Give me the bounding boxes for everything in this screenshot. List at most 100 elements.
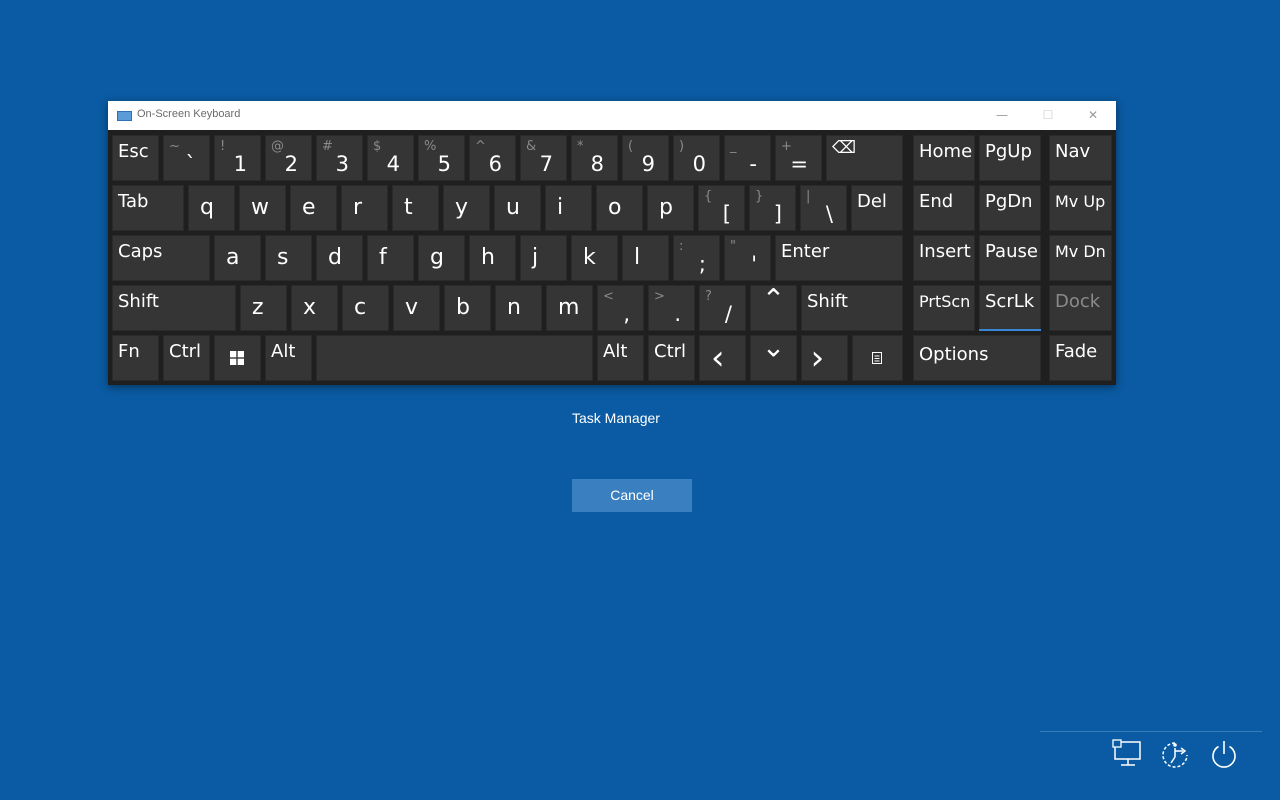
key-del[interactable]: Del	[851, 185, 903, 231]
key-arrow-up[interactable]: ⌃	[750, 283, 797, 331]
key-menu[interactable]	[852, 335, 903, 381]
key-m[interactable]: m	[546, 285, 593, 331]
key-home[interactable]: Home	[913, 135, 975, 181]
key-t[interactable]: t	[392, 185, 439, 231]
on-screen-keyboard-window: On-Screen Keyboard — ☐ ✕ Esc ~ ` ! 1 @2 #3…	[108, 101, 1116, 385]
key-minus[interactable]: _ -	[724, 135, 771, 181]
key-fade[interactable]: Fade	[1049, 335, 1112, 381]
minimize-button[interactable]: —	[979, 101, 1025, 130]
key-comma[interactable]: <,	[597, 285, 644, 331]
key-label: Del	[857, 191, 887, 212]
key-0[interactable]: ) 0	[673, 135, 720, 181]
key-4[interactable]: $4	[367, 135, 414, 181]
key-pause[interactable]: Pause	[979, 235, 1041, 281]
key-c[interactable]: c	[342, 285, 389, 331]
key-ctrl-left[interactable]: Ctrl	[163, 335, 210, 381]
key-e[interactable]: e	[290, 185, 337, 231]
key-esc[interactable]: Esc	[112, 135, 159, 181]
key-arrow-down[interactable]: ⌄	[750, 331, 797, 381]
key-2[interactable]: @2	[265, 135, 312, 181]
key-alt-right[interactable]: Alt	[597, 335, 644, 381]
key-right-bracket[interactable]: }]	[749, 185, 796, 231]
key-arrow-left[interactable]: ‹	[699, 335, 746, 381]
key-backtick[interactable]: ~ `	[163, 135, 210, 181]
key-x[interactable]: x	[291, 285, 338, 331]
key-n[interactable]: n	[495, 285, 542, 331]
title-bar[interactable]: On-Screen Keyboard — ☐ ✕	[108, 101, 1116, 130]
key-shift-left[interactable]: Shift	[112, 285, 236, 331]
key-q[interactable]: q	[188, 185, 235, 231]
key-label: [	[722, 202, 731, 226]
key-z[interactable]: z	[240, 285, 287, 331]
key-shift-label: (	[628, 139, 634, 154]
key-6[interactable]: ^ 6	[469, 135, 516, 181]
key-nav[interactable]: Nav	[1049, 135, 1112, 181]
key-scrlk[interactable]: ScrLk	[979, 285, 1041, 331]
accessibility-icon[interactable]	[1159, 737, 1191, 771]
key-options[interactable]: Options	[913, 335, 1041, 381]
key-tab[interactable]: Tab	[112, 185, 184, 231]
key-label: o	[608, 195, 622, 220]
key-prtscn[interactable]: PrtScn	[913, 285, 975, 331]
key-b[interactable]: b	[444, 285, 491, 331]
key-5[interactable]: % 5	[418, 135, 465, 181]
key-backspace[interactable]: ⌫	[826, 135, 903, 181]
key-label: i	[557, 195, 564, 220]
key-label: /	[724, 302, 732, 326]
key-d[interactable]: d	[316, 235, 363, 281]
key-j[interactable]: j	[520, 235, 567, 281]
key-7[interactable]: & 7	[520, 135, 567, 181]
key-9[interactable]: (9	[622, 135, 669, 181]
key-enter[interactable]: Enter	[775, 235, 903, 281]
key-alt-left[interactable]: Alt	[265, 335, 312, 381]
key-r[interactable]: r	[341, 185, 388, 231]
key-backslash[interactable]: | \	[800, 185, 847, 231]
key-label: x	[303, 295, 317, 320]
key-equal[interactable]: + =	[775, 135, 822, 181]
key-end[interactable]: End	[913, 185, 975, 231]
key-y[interactable]: y	[443, 185, 490, 231]
key-move-up[interactable]: Mv Up	[1049, 185, 1112, 231]
power-icon[interactable]	[1208, 737, 1240, 771]
key-8[interactable]: * 8	[571, 135, 618, 181]
key-o[interactable]: o	[596, 185, 643, 231]
key-dock[interactable]: Dock	[1049, 285, 1112, 331]
key-semicolon[interactable]: :;	[673, 235, 720, 281]
key-quote[interactable]: " '	[724, 235, 771, 281]
key-i[interactable]: i	[545, 185, 592, 231]
key-space[interactable]	[316, 335, 593, 381]
key-fn[interactable]: Fn	[112, 335, 159, 381]
key-p[interactable]: p	[647, 185, 694, 231]
key-shift-right[interactable]: Shift	[801, 285, 903, 331]
key-f[interactable]: f	[367, 235, 414, 281]
network-icon[interactable]	[1112, 737, 1144, 771]
key-h[interactable]: h	[469, 235, 516, 281]
key-u[interactable]: u	[494, 185, 541, 231]
key-insert[interactable]: Insert	[913, 235, 975, 281]
key-period[interactable]: >.	[648, 285, 695, 331]
key-k[interactable]: k	[571, 235, 618, 281]
key-shift-label: |	[806, 189, 811, 204]
key-arrow-right[interactable]: ›	[801, 335, 848, 381]
key-label: Nav	[1055, 141, 1091, 162]
key-l[interactable]: l	[622, 235, 669, 281]
key-label: ;	[698, 252, 706, 276]
key-a[interactable]: a	[214, 235, 261, 281]
cancel-button[interactable]: Cancel	[572, 479, 692, 512]
key-3[interactable]: #3	[316, 135, 363, 181]
key-w[interactable]: w	[239, 185, 286, 231]
key-pgdn[interactable]: PgDn	[979, 185, 1041, 231]
key-move-down[interactable]: Mv Dn	[1049, 235, 1112, 281]
close-button[interactable]: ✕	[1070, 101, 1116, 130]
key-left-bracket[interactable]: {[	[698, 185, 745, 231]
key-ctrl-right[interactable]: Ctrl	[648, 335, 695, 381]
key-v[interactable]: v	[393, 285, 440, 331]
key-g[interactable]: g	[418, 235, 465, 281]
key-pgup[interactable]: PgUp	[979, 135, 1041, 181]
key-s[interactable]: s	[265, 235, 312, 281]
key-windows[interactable]	[214, 335, 261, 381]
key-1[interactable]: ! 1	[214, 135, 261, 181]
key-slash[interactable]: ? /	[699, 285, 746, 331]
maximize-button[interactable]: ☐	[1025, 101, 1071, 130]
key-caps[interactable]: Caps	[112, 235, 210, 281]
